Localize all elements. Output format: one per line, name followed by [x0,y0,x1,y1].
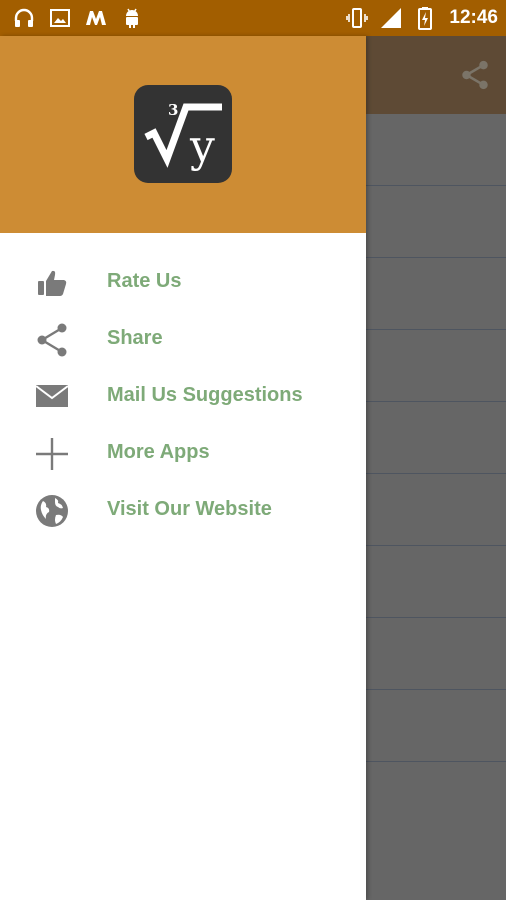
navigation-drawer: 3 y Rate Us Share Mail Us Suggestions Mo… [0,36,366,900]
android-icon [126,8,138,28]
vibrate-icon [346,8,369,28]
menu-item-rate-us[interactable]: Rate Us [0,253,366,310]
menu-item-label: Visit Our Website [107,498,272,520]
signal-icon [381,8,402,28]
globe-icon [34,493,70,529]
status-bar-notifications [12,6,144,30]
list-item[interactable] [366,690,506,762]
list-item[interactable] [366,474,506,546]
image-icon [50,9,70,27]
thumbs-up-icon [34,265,70,301]
menu-item-label: Mail Us Suggestions [107,384,303,406]
menu-item-more-apps[interactable]: More Apps [0,424,366,481]
share-icon[interactable] [458,58,492,92]
plus-icon [34,436,70,472]
m-app-icon [86,11,106,25]
menu-item-share[interactable]: Share [0,310,366,367]
background-toolbar [366,36,506,114]
list-item[interactable] [366,618,506,690]
drawer-header: 3 y [0,36,366,233]
menu-item-mail-us-suggestions[interactable]: Mail Us Suggestions [0,367,366,424]
app-logo: 3 y [134,85,232,183]
mail-icon [34,379,70,415]
logo-index: 3 [168,101,178,119]
drawer-menu: Rate Us Share Mail Us Suggestions More A… [0,233,366,538]
headphones-icon [14,8,34,27]
menu-item-label: Rate Us [107,270,182,292]
menu-item-label: Share [107,327,163,349]
list-item[interactable] [366,114,506,186]
status-time: 12:46 [449,7,498,28]
status-bar: 12:46 [0,0,506,36]
list-item[interactable] [366,330,506,402]
cube-root-icon: 3 y [144,101,222,172]
menu-item-label: More Apps [107,441,210,463]
list-item[interactable] [366,258,506,330]
list-item[interactable] [366,186,506,258]
list-item[interactable] [366,402,506,474]
battery-icon [418,7,433,30]
share-icon [34,322,70,358]
list-item[interactable] [366,546,506,618]
menu-item-visit-our-website[interactable]: Visit Our Website [0,481,366,538]
logo-radicand: y [189,121,215,172]
status-bar-system: 12:46 [345,6,498,30]
background-list [366,114,506,900]
